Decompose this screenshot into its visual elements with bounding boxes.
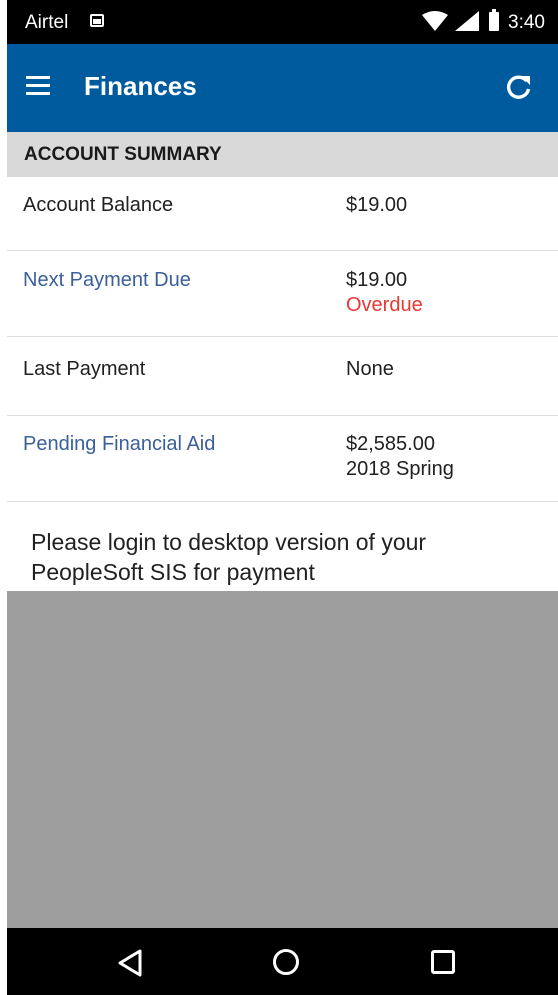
last-payment-row: Last Payment None <box>7 337 558 416</box>
clock: 3:40 <box>508 12 545 33</box>
last-payment-value: None <box>346 358 394 380</box>
account-balance-row: Account Balance $19.00 <box>7 177 558 251</box>
image-notification-icon <box>90 14 104 27</box>
pending-financial-aid-value: $2,585.00 <box>346 433 435 455</box>
next-payment-due-link[interactable]: Next Payment Due <box>23 268 191 292</box>
page-title: Finances <box>84 71 197 101</box>
back-icon[interactable] <box>116 948 144 978</box>
overdue-status: Overdue <box>346 294 423 316</box>
menu-icon[interactable] <box>26 76 50 96</box>
recents-icon[interactable] <box>430 949 456 975</box>
account-balance-label: Account Balance <box>23 194 174 216</box>
account-balance-value: $19.00 <box>346 194 408 216</box>
pending-financial-aid-link[interactable]: Pending Financial Aid <box>23 432 215 456</box>
section-title: ACCOUNT SUMMARY <box>24 144 222 165</box>
last-payment-label: Last Payment <box>23 358 146 380</box>
payment-notice: Please login to desktop version of your … <box>31 529 427 585</box>
signal-icon <box>455 11 479 31</box>
home-icon[interactable] <box>271 947 301 977</box>
refresh-icon[interactable] <box>504 72 534 102</box>
pending-financial-aid-row[interactable]: Pending Financial Aid $2,585.00 2018 Spr… <box>7 416 558 502</box>
next-payment-due-row[interactable]: Next Payment Due $19.00 Overdue <box>7 251 558 337</box>
aid-term: 2018 Spring <box>346 458 454 480</box>
battery-icon <box>489 9 499 31</box>
app-bar: Finances <box>7 44 558 132</box>
account-summary-header: ACCOUNT SUMMARY <box>7 132 558 177</box>
next-payment-due-value: $19.00 <box>346 269 408 291</box>
carrier-name: Airtel <box>25 12 69 33</box>
navigation-bar <box>7 928 558 995</box>
wifi-icon <box>422 11 448 31</box>
status-bar: Airtel 3:40 <box>7 0 558 44</box>
empty-content-area <box>7 591 558 928</box>
phone-screen: Airtel 3:40 Finances ACCOUNT SUMMARY Acc… <box>7 0 558 995</box>
